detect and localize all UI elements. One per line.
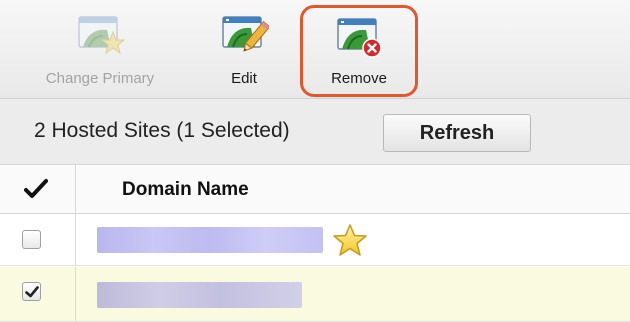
sites-summary-bar: 2 Hosted Sites (1 Selected) Refresh — [0, 99, 630, 165]
window-pencil-icon — [222, 16, 269, 52]
redacted-domain-name — [97, 282, 302, 308]
checkbox-check-icon — [25, 286, 39, 298]
remove-label: Remove — [331, 70, 387, 87]
redacted-domain-name — [97, 227, 323, 253]
checkmark-icon — [24, 179, 48, 198]
row-check-cell — [0, 214, 76, 265]
window-star-icon — [78, 16, 125, 55]
row-check-cell — [0, 267, 76, 321]
edit-label: Edit — [231, 70, 257, 87]
change-primary-button[interactable]: Change Primary — [20, 8, 180, 94]
row-checkbox[interactable] — [22, 230, 41, 249]
change-primary-label: Change Primary — [45, 70, 155, 87]
select-all-column[interactable] — [0, 165, 76, 213]
refresh-button[interactable]: Refresh — [383, 114, 531, 152]
edit-button[interactable]: Edit — [196, 8, 292, 94]
row-checkbox[interactable] — [22, 282, 41, 301]
remove-button[interactable]: Remove — [300, 5, 418, 97]
hosted-sites-count: 2 Hosted Sites (1 Selected) — [34, 119, 290, 142]
window-remove-icon — [337, 18, 382, 58]
star-icon — [333, 224, 367, 256]
domain-name-column-header[interactable]: Domain Name — [122, 179, 249, 201]
table-header: Domain Name — [0, 165, 630, 214]
table-row[interactable] — [0, 214, 630, 266]
table-row[interactable] — [0, 267, 630, 322]
toolbar: Change Primary Edit Remove — [0, 0, 630, 99]
